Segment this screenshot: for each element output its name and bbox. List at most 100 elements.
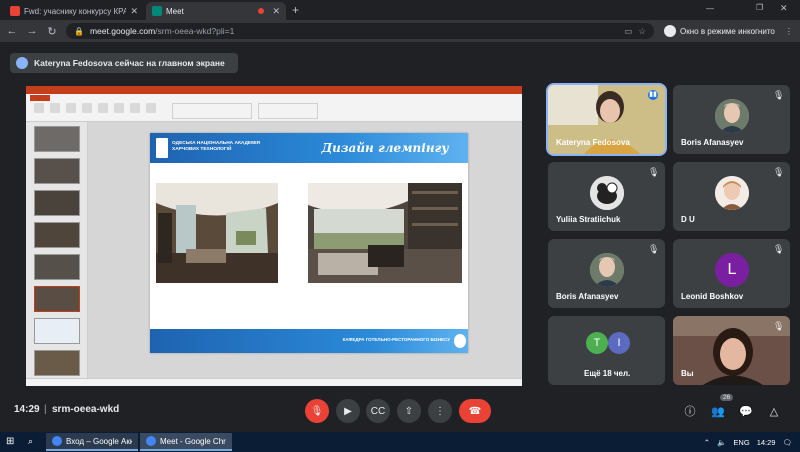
avatar: T	[586, 332, 608, 354]
avatar	[715, 176, 749, 210]
present-screen-button[interactable]: ⇧	[397, 399, 421, 423]
participant-name: Leonid Boshkov	[681, 292, 744, 301]
tab-title: Fwd: учаснику конкурсу КРАЩЕ	[24, 6, 127, 16]
meet-icon	[152, 6, 162, 16]
mic-off-button[interactable]: 🎙	[305, 399, 329, 423]
avatar	[590, 176, 624, 210]
tab-meet[interactable]: Meet ✕	[146, 2, 286, 20]
self-view-tile[interactable]: 🎙 Вы	[673, 316, 790, 385]
info-icon[interactable]: ⓘ	[682, 403, 698, 419]
ribbon-button	[34, 103, 44, 113]
participant-tile[interactable]: L 🎙 Leonid Boshkov	[673, 239, 790, 308]
back-button[interactable]: ←	[2, 25, 22, 37]
system-clock[interactable]: 14:29	[757, 438, 776, 447]
meeting-code: srm-oeea-wkd	[52, 404, 120, 415]
more-options-button[interactable]: ⋮	[428, 399, 452, 423]
incognito-label: Окно в режиме инкогнито	[680, 26, 775, 36]
reload-button[interactable]: ↻	[42, 25, 62, 38]
chat-icon[interactable]: 💬	[738, 403, 754, 419]
chevron-up-icon[interactable]: ⌃	[704, 438, 710, 447]
mic-off-icon: 🎙	[773, 167, 785, 177]
glamping-interior-photo-1	[156, 183, 278, 283]
slide-thumbnail	[34, 190, 80, 216]
captions-button[interactable]: CC	[366, 399, 390, 423]
camera-permission-icon[interactable]: ▭	[624, 26, 632, 37]
participant-tile[interactable]: 🎙 Boris Afanasyev	[548, 239, 665, 308]
slide-thumbnail	[34, 254, 80, 280]
url-field[interactable]: 🔒 meet.google.com/srm-oeea-wkd?pli=1 ▭ ☆	[66, 23, 654, 39]
star-icon[interactable]: ☆	[638, 26, 646, 37]
ppt-file-tab	[30, 95, 50, 101]
slide-thumbnail	[34, 158, 80, 184]
mic-off-icon: 🎙	[773, 321, 785, 331]
presenting-banner[interactable]: Kateryna Fedosova сейчас на главном экра…	[10, 53, 238, 73]
participant-tile[interactable]: 🎙 D U	[673, 162, 790, 231]
taskbar-item-label: Вход – Google Аккаун	[66, 436, 132, 446]
participant-tile[interactable]: ▮▮ Kateryna Fedosova	[548, 85, 665, 154]
address-toolbar: ← → ↻ 🔒 meet.google.com/srm-oeea-wkd?pli…	[0, 20, 800, 42]
slide-thumbnail	[34, 318, 80, 344]
slide-org-name: ОДЕСЬКА НАЦІОНАЛЬНА АКАДЕМІЯ ХАРЧОВИХ ТЕ…	[172, 141, 260, 152]
participant-name: D U	[681, 215, 695, 224]
participant-count-badge: 26	[720, 394, 734, 401]
participant-name: Kateryna Fedosova	[556, 138, 630, 147]
slide-thumbnail	[34, 126, 80, 152]
ribbon-group	[258, 103, 318, 119]
lock-icon: 🔒	[74, 26, 84, 36]
ribbon-button	[98, 103, 108, 113]
recording-dot-icon	[258, 8, 265, 14]
forward-button[interactable]: →	[22, 25, 42, 37]
more-participants-label: Ещё 18 чел.	[584, 369, 631, 378]
avatar	[715, 99, 749, 133]
ribbon-button	[146, 103, 156, 113]
menu-icon[interactable]: ⋮	[785, 27, 793, 36]
ppt-statusbar	[26, 378, 522, 386]
browser-tab-strip: Fwd: учаснику конкурсу КРАЩЕ ✕ Meet ✕ + …	[0, 0, 800, 20]
slide-thumbnail	[34, 350, 80, 376]
slide: ОДЕСЬКА НАЦІОНАЛЬНА АКАДЕМІЯ ХАРЧОВИХ ТЕ…	[150, 133, 468, 353]
activities-icon[interactable]: △	[766, 403, 782, 419]
glamping-interior-photo-2	[308, 183, 462, 283]
language-indicator[interactable]: ENG	[733, 438, 749, 447]
slide-thumbnail	[34, 222, 80, 248]
taskbar-item[interactable]: Meet - Google Chrom	[140, 433, 232, 451]
ppt-titlebar	[26, 86, 522, 94]
department-logo-icon	[454, 334, 466, 348]
volume-icon[interactable]: 🔈	[717, 438, 726, 447]
shared-screen: ОДЕСЬКА НАЦІОНАЛЬНА АКАДЕМІЯ ХАРЧОВИХ ТЕ…	[26, 86, 522, 386]
participant-name: Boris Afanasyev	[556, 292, 619, 301]
slide-footer-text: КАФЕДРА ГОТЕЛЬНО-РЕСТОРАННОГО БІЗНЕСУ	[342, 337, 450, 342]
tab-gmail[interactable]: Fwd: учаснику конкурсу КРАЩЕ ✕	[4, 2, 144, 20]
more-participants-tile[interactable]: T I Ещё 18 чел.	[548, 316, 665, 385]
mic-off-icon: 🎙	[773, 244, 785, 254]
system-tray: ⌃ 🔈 ENG 14:29 🗨	[670, 432, 800, 452]
windows-start-icon[interactable]: ⊞	[6, 436, 14, 447]
gmail-icon	[10, 6, 20, 16]
ribbon-button	[114, 103, 124, 113]
url-host: meet.google.com	[89, 26, 156, 36]
maximize-button[interactable]: ❐	[756, 3, 763, 12]
close-icon[interactable]: ✕	[130, 6, 138, 17]
close-window-button[interactable]: ✕	[780, 3, 788, 14]
presenting-label: Kateryna Fedosova сейчас на главном экра…	[34, 58, 225, 68]
chrome-icon	[52, 436, 62, 446]
notifications-icon[interactable]: 🗨	[782, 438, 792, 447]
avatar	[16, 57, 28, 69]
participants-icon[interactable]: 👥	[710, 403, 726, 419]
url-path: /srm-oeea-wkd?pli=1	[155, 26, 235, 36]
slide-thumbnail-selected	[34, 286, 80, 312]
camera-button[interactable]: ▶	[336, 399, 360, 423]
incognito-indicator[interactable]: Окно в режиме инкогнито ⋮	[664, 23, 793, 39]
slide-thumbnails	[26, 122, 88, 386]
search-icon[interactable]: ⌕	[28, 436, 33, 447]
minimize-button[interactable]: —	[706, 4, 714, 13]
time-separator: |	[44, 404, 47, 415]
taskbar-item[interactable]: Вход – Google Аккаун	[46, 433, 138, 451]
participant-tile[interactable]: 🎙 Yuliia Stratiichuk	[548, 162, 665, 231]
meeting-time: 14:29	[14, 404, 40, 415]
end-call-button[interactable]: ☎	[459, 399, 491, 423]
close-icon[interactable]: ✕	[272, 6, 280, 17]
ribbon-button	[50, 103, 60, 113]
new-tab-button[interactable]: +	[292, 3, 299, 17]
participant-tile[interactable]: 🎙 Boris Afanasyev	[673, 85, 790, 154]
